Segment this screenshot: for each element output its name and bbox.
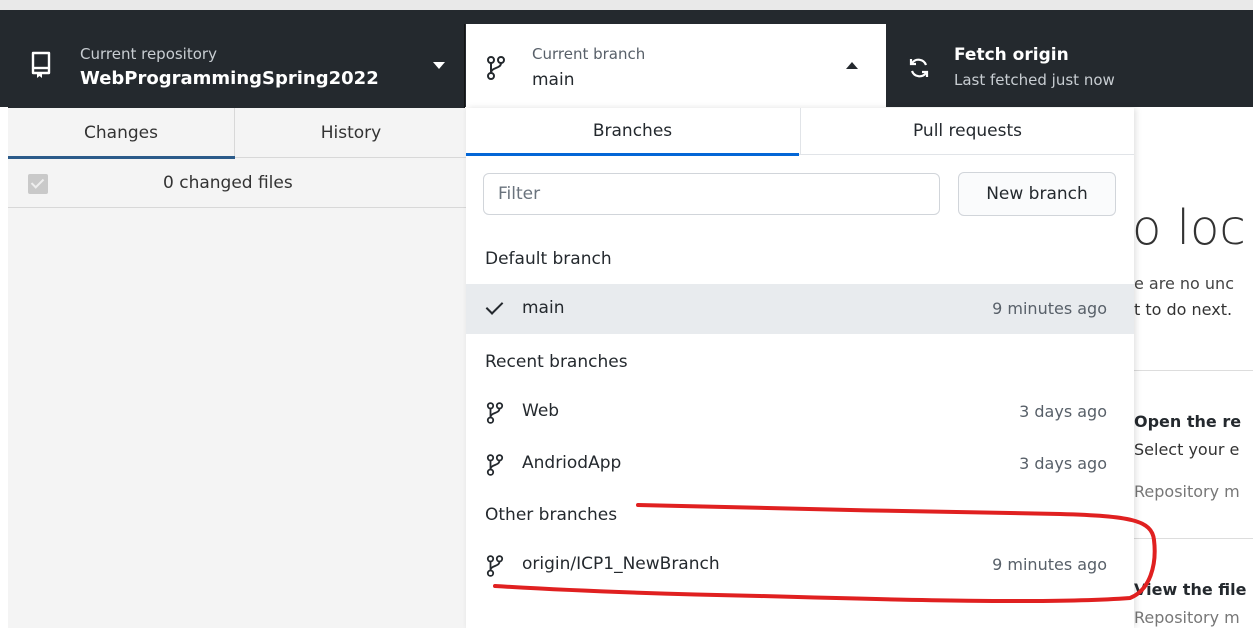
branch-item-main[interactable]: main 9 minutes ago	[466, 284, 1134, 334]
view-files-heading: View the file	[1134, 580, 1247, 599]
divider	[1134, 538, 1253, 539]
branch-dropdown: Branches Pull requests Filter New branch…	[466, 108, 1134, 628]
repo-icon	[31, 51, 51, 78]
branch-item-name: main	[522, 298, 565, 318]
no-changes-text-2: t to do next.	[1134, 300, 1233, 319]
view-files-meta: Repository m	[1134, 608, 1240, 627]
changed-files-count: 0 changed files	[163, 173, 293, 193]
chevron-up-icon	[846, 62, 858, 69]
tab-pull-requests[interactable]: Pull requests	[800, 108, 1134, 155]
git-branch-icon	[486, 555, 504, 577]
branch-item-time: 9 minutes ago	[992, 299, 1107, 318]
git-branch-icon	[487, 56, 505, 80]
checkmark-icon	[485, 297, 504, 315]
branch-filter-input[interactable]: Filter	[483, 173, 940, 215]
git-branch-icon	[486, 402, 504, 424]
select-all-checkbox[interactable]	[28, 174, 48, 194]
branch-item-name: AndriodApp	[522, 453, 622, 473]
tab-history[interactable]: History	[236, 108, 466, 158]
branch-item-name: Web	[522, 401, 560, 421]
repository-name: WebProgrammingSpring2022	[80, 68, 379, 89]
branch-item-time: 3 days ago	[1019, 402, 1107, 421]
branch-item-andriodapp[interactable]: AndriodApp 3 days ago	[466, 439, 1134, 489]
branch-item-name: origin/ICP1_NewBranch	[522, 554, 720, 574]
fetch-origin-button[interactable]: Fetch origin Last fetched just now	[887, 24, 1253, 108]
dropdown-tabs: Branches Pull requests	[466, 108, 1134, 156]
app-window: Current repository WebProgrammingSpring2…	[0, 0, 1253, 628]
other-branches-heading: Other branches	[485, 505, 618, 525]
divider	[1134, 370, 1253, 371]
open-repo-heading: Open the re	[1134, 412, 1242, 431]
current-repository-button[interactable]: Current repository WebProgrammingSpring2…	[8, 24, 465, 108]
no-changes-panel: o loc e are no unc t to do next. Open th…	[1134, 108, 1253, 628]
chevron-down-icon	[433, 62, 445, 69]
repository-label: Current repository	[80, 45, 217, 63]
sidebar: Changes History 0 changed files	[8, 108, 466, 628]
fetch-status: Last fetched just now	[954, 71, 1115, 89]
changed-files-header: 0 changed files	[8, 158, 466, 208]
sync-icon	[909, 58, 929, 78]
branch-name: main	[532, 70, 575, 90]
new-branch-button[interactable]: New branch	[958, 172, 1116, 216]
current-branch-button[interactable]: Current branch main	[466, 24, 886, 108]
default-branch-heading: Default branch	[485, 249, 612, 269]
fetch-title: Fetch origin	[954, 45, 1069, 65]
branch-item-time: 3 days ago	[1019, 454, 1107, 473]
branch-item-web[interactable]: Web 3 days ago	[466, 387, 1134, 437]
branch-item-origin-icp1[interactable]: origin/ICP1_NewBranch 9 minutes ago	[466, 540, 1134, 590]
no-changes-heading: o loc	[1134, 200, 1246, 256]
branch-label: Current branch	[532, 45, 646, 63]
open-repo-subtext: Select your e	[1134, 440, 1240, 459]
sidebar-tabs: Changes History	[8, 108, 466, 159]
tab-branches[interactable]: Branches	[466, 108, 799, 156]
recent-branches-heading: Recent branches	[485, 352, 628, 372]
tab-changes[interactable]: Changes	[8, 108, 235, 159]
no-changes-text: e are no unc	[1134, 274, 1234, 293]
title-bar-strip	[0, 0, 1253, 10]
branch-item-time: 9 minutes ago	[992, 555, 1107, 574]
git-branch-icon	[486, 454, 504, 476]
open-repo-meta: Repository m	[1134, 482, 1240, 501]
